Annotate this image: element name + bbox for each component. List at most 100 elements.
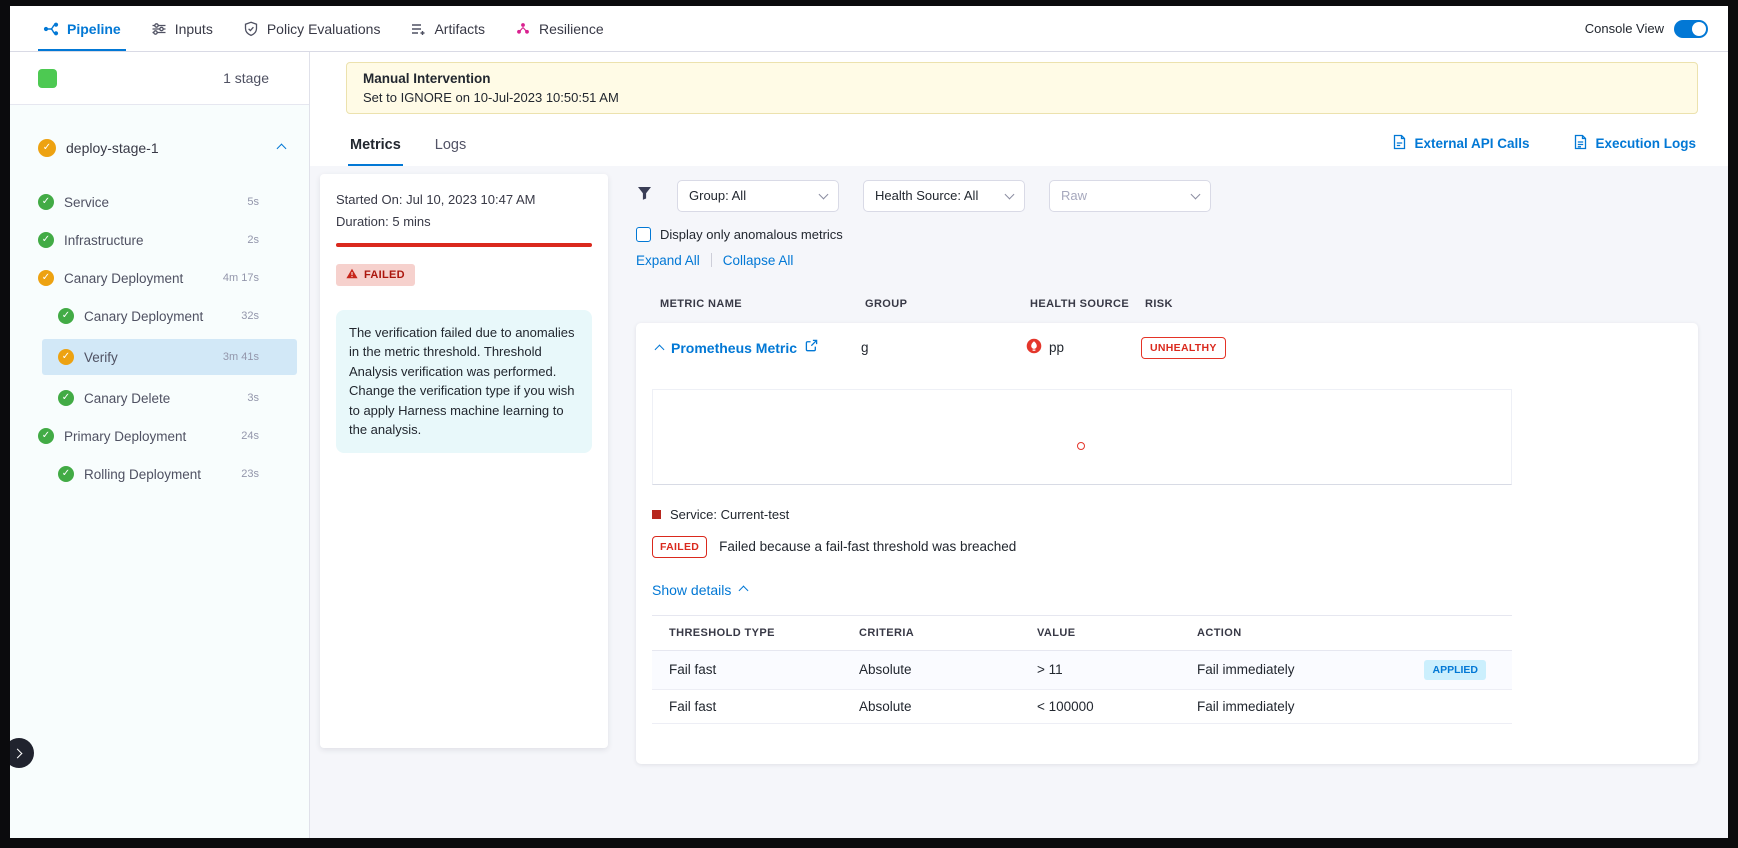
resilience-icon — [515, 21, 531, 37]
step-canary-deployment[interactable]: ✓ Canary Deployment 32s — [10, 297, 309, 335]
header-action: ACTION — [1197, 627, 1512, 639]
step-canary-delete[interactable]: ✓ Canary Delete 3s — [10, 379, 309, 417]
nav-tab-label: Resilience — [539, 21, 604, 37]
console-view-label: Console View — [1585, 21, 1664, 36]
success-icon: ✓ — [38, 428, 54, 444]
raw-filter-dropdown[interactable]: Raw — [1049, 180, 1211, 212]
anomalous-data-point — [1077, 442, 1085, 450]
stage-steps-panel: ✓ deploy-stage-1 ✓ Service 5s ✓ Infrastr… — [10, 105, 309, 838]
started-on-text: Started On: Jul 10, 2023 10:47 AM — [336, 192, 592, 207]
nav-tab-label: Policy Evaluations — [267, 21, 381, 37]
failure-reason-row: FAILED Failed because a fail-fast thresh… — [652, 536, 1698, 558]
threshold-table-header: THRESHOLD TYPE CRITERIA VALUE ACTION — [652, 615, 1512, 651]
threshold-row: Fail fast Absolute < 100000 Fail immedia… — [652, 690, 1512, 724]
duration-text: Duration: 5 mins — [336, 214, 592, 229]
manual-intervention-banner: Manual Intervention Set to IGNORE on 10-… — [346, 62, 1698, 114]
nav-tabs: Pipeline Inputs Policy Evaluations Artif… — [28, 6, 619, 51]
group-filter-dropdown[interactable]: Group: All — [677, 180, 839, 212]
step-infrastructure[interactable]: ✓ Infrastructure 2s — [10, 221, 309, 259]
nav-tab-resilience[interactable]: Resilience — [500, 6, 619, 51]
show-details-toggle[interactable]: Show details — [652, 582, 1698, 598]
execution-logs-link[interactable]: Execution Logs — [1573, 134, 1696, 153]
nav-tab-pipeline[interactable]: Pipeline — [28, 6, 136, 51]
filter-funnel-icon — [636, 185, 653, 206]
verification-summary-card: Started On: Jul 10, 2023 10:47 AM Durati… — [320, 174, 608, 748]
tab-logs[interactable]: Logs — [433, 137, 468, 166]
failure-reason-text: Failed because a fail-fast threshold was… — [719, 539, 1016, 554]
tab-metrics[interactable]: Metrics — [348, 137, 403, 166]
api-document-icon — [1392, 134, 1407, 153]
stage-header-deploy-stage-1[interactable]: ✓ deploy-stage-1 — [10, 127, 309, 169]
step-duration: 2s — [247, 234, 259, 246]
inputs-icon — [151, 21, 167, 37]
threshold-type: Fail fast — [669, 662, 859, 677]
threshold-criteria: Absolute — [859, 699, 1037, 714]
step-duration: 24s — [241, 430, 259, 442]
header-group: GROUP — [865, 298, 1030, 310]
header-value: VALUE — [1037, 627, 1197, 639]
threshold-value: > 11 — [1037, 662, 1197, 677]
stage-collapse-chevron-icon[interactable] — [278, 139, 285, 157]
step-primary-deployment[interactable]: ✓ Primary Deployment 24s — [10, 417, 309, 455]
step-label: Canary Deployment — [84, 309, 203, 324]
success-icon: ✓ — [58, 390, 74, 406]
step-canary-deployment-group[interactable]: ✓ Canary Deployment 4m 17s — [10, 259, 309, 297]
success-icon: ✓ — [38, 232, 54, 248]
banner-title: Manual Intervention — [363, 69, 1681, 89]
success-icon: ✓ — [58, 466, 74, 482]
health-source-filter-value: Health Source: All — [875, 188, 978, 203]
anomalous-metrics-checkbox[interactable] — [636, 227, 651, 242]
chevron-up-icon — [739, 586, 749, 596]
step-verify[interactable]: ✓ Verify 3m 41s — [42, 339, 297, 375]
main-content: Manual Intervention Set to IGNORE on 10-… — [310, 52, 1728, 838]
nav-tab-inputs[interactable]: Inputs — [136, 6, 228, 51]
step-duration: 5s — [247, 196, 259, 208]
header-metric-name: METRIC NAME — [660, 298, 865, 310]
threshold-row: Fail fast Absolute > 11 Fail immediately… — [652, 651, 1512, 690]
collapse-row-chevron-icon[interactable] — [655, 345, 665, 355]
stage-count-row: 1 stage — [10, 52, 309, 105]
panels-area: Started On: Jul 10, 2023 10:47 AM Durati… — [310, 166, 1728, 838]
nav-tab-policy-evaluations[interactable]: Policy Evaluations — [228, 6, 396, 51]
collapse-all-link[interactable]: Collapse All — [723, 253, 794, 268]
external-api-calls-link[interactable]: External API Calls — [1392, 134, 1529, 153]
step-label: Infrastructure — [64, 233, 144, 248]
threshold-action: Fail immediately — [1197, 699, 1295, 714]
metric-row-prometheus[interactable]: Prometheus Metric g pp — [636, 323, 1698, 373]
health-source-filter-dropdown[interactable]: Health Source: All — [863, 180, 1025, 212]
metrics-table-header: METRIC NAME GROUP HEALTH SOURCE RISK — [636, 298, 1698, 310]
stage-status-square-icon — [38, 69, 57, 88]
content-tabs-row: Metrics Logs External API Calls Executio… — [310, 114, 1728, 166]
raw-filter-placeholder: Raw — [1061, 188, 1087, 203]
step-service[interactable]: ✓ Service 5s — [10, 183, 309, 221]
nav-tab-artifacts[interactable]: Artifacts — [395, 6, 500, 51]
threshold-table: THRESHOLD TYPE CRITERIA VALUE ACTION Fai… — [652, 615, 1512, 724]
applied-badge: APPLIED — [1424, 660, 1486, 680]
health-source-icon — [1026, 338, 1042, 357]
console-view-toggle[interactable] — [1674, 20, 1708, 38]
step-label: Rolling Deployment — [84, 467, 201, 482]
chevron-down-icon — [1005, 189, 1015, 199]
vertical-divider — [711, 253, 712, 267]
step-duration: 23s — [241, 468, 259, 480]
risk-badge-unhealthy: UNHEALTHY — [1141, 337, 1226, 359]
header-risk: RISK — [1145, 298, 1698, 310]
anomalous-metrics-filter: Display only anomalous metrics — [636, 227, 1698, 242]
failed-status-label: FAILED — [364, 269, 405, 281]
success-icon: ✓ — [38, 194, 54, 210]
shield-check-icon — [243, 21, 259, 37]
legend-marker-icon — [652, 510, 661, 519]
app-window: Pipeline Inputs Policy Evaluations Artif… — [10, 6, 1728, 838]
chevron-down-icon — [1191, 189, 1201, 199]
anomalous-metrics-label: Display only anomalous metrics — [660, 227, 843, 242]
step-duration: 4m 17s — [223, 272, 259, 284]
expand-all-link[interactable]: Expand All — [636, 253, 700, 268]
nav-tab-label: Artifacts — [434, 21, 485, 37]
chart-legend: Service: Current-test — [652, 507, 1698, 522]
metric-name-link[interactable]: Prometheus Metric — [671, 340, 797, 356]
external-link-icon[interactable] — [805, 339, 818, 357]
logs-document-icon — [1573, 134, 1588, 153]
step-rolling-deployment[interactable]: ✓ Rolling Deployment 23s — [10, 455, 309, 493]
expand-collapse-row: Expand All Collapse All — [636, 253, 1698, 268]
threshold-value: < 100000 — [1037, 699, 1197, 714]
